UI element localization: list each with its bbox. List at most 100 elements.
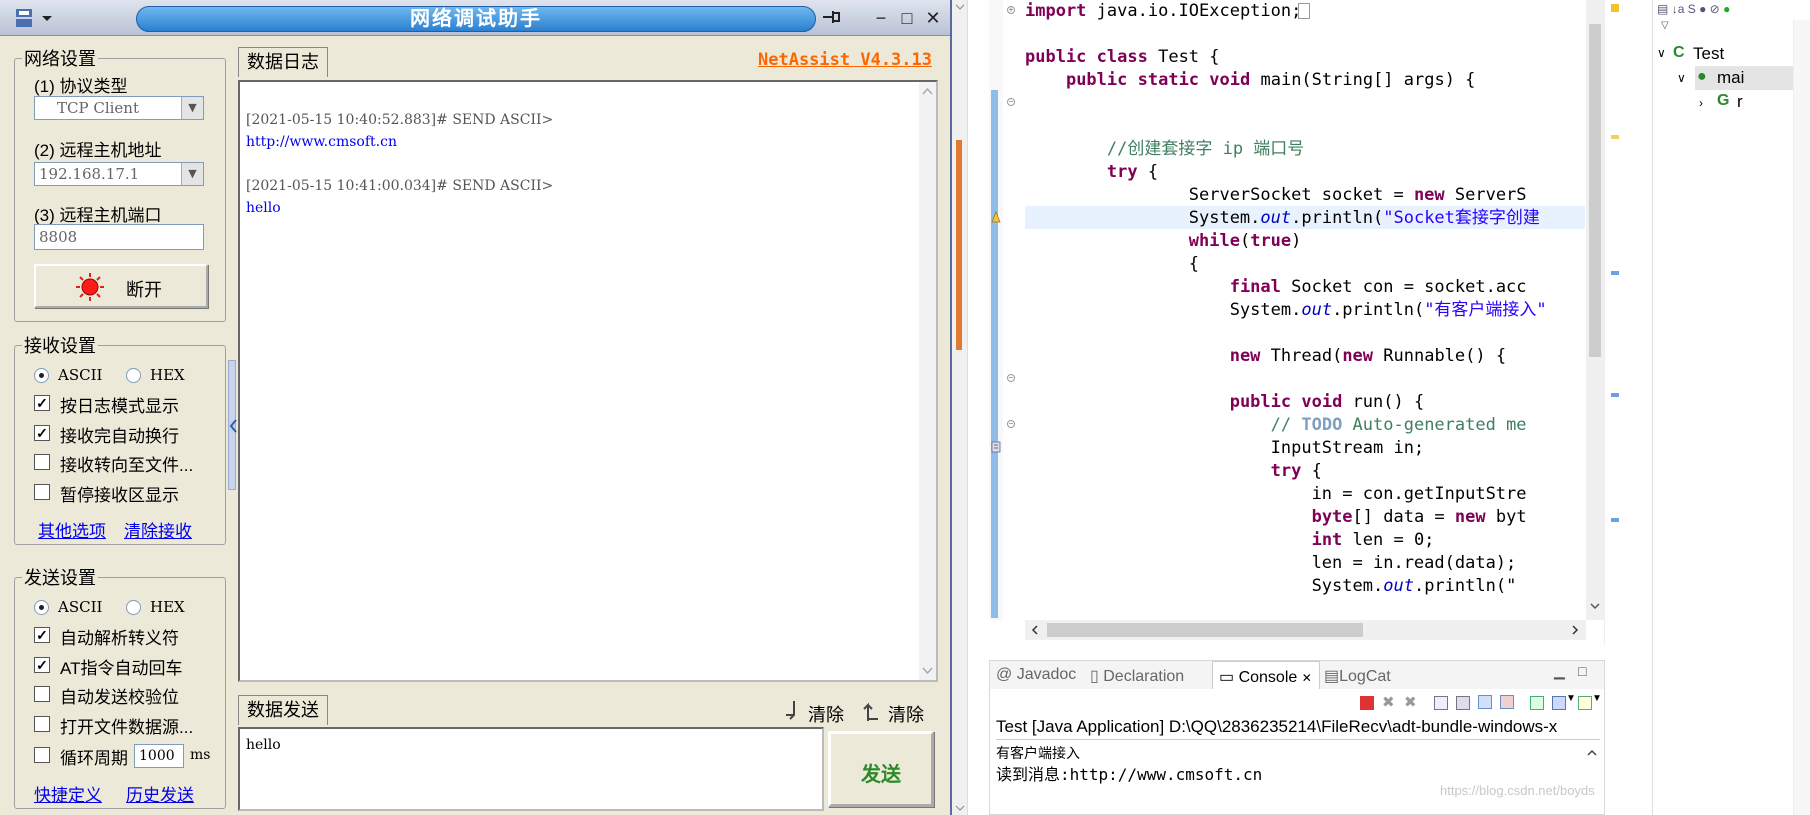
- code-editor[interactable]: import java.io.IOException; public class …: [989, 0, 1604, 645]
- protocol-select[interactable]: TCP Client ▼: [34, 96, 204, 120]
- fold-icon[interactable]: −: [1007, 420, 1015, 428]
- receive-option-checkbox[interactable]: [34, 483, 50, 500]
- chevron-down-icon[interactable]: ▼: [1592, 693, 1602, 704]
- send-option-checkbox[interactable]: ✓: [34, 656, 50, 673]
- send-textarea[interactable]: hello: [238, 727, 824, 811]
- annotation-marker[interactable]: [1611, 518, 1619, 522]
- background-scroll-thumb[interactable]: [956, 140, 962, 350]
- annotation-marker[interactable]: [1611, 393, 1619, 397]
- editor-hscroll-thumb[interactable]: [1047, 623, 1363, 637]
- receive-option-checkbox[interactable]: ✓: [34, 395, 50, 411]
- tab-javadoc[interactable]: @ Javadoc: [996, 666, 1076, 684]
- minimize-button[interactable]: −: [868, 6, 894, 30]
- fold-icon[interactable]: −: [1007, 98, 1015, 106]
- receive-ascii-radio[interactable]: [34, 368, 49, 383]
- tab-logcat[interactable]: ▤LogCat: [1324, 666, 1391, 686]
- terminate-icon[interactable]: [1360, 696, 1374, 710]
- remove-all-icon[interactable]: ✖: [1404, 693, 1417, 711]
- show-on-error-icon[interactable]: [1500, 695, 1514, 709]
- background-scrollbar[interactable]: [952, 0, 968, 815]
- data-log-pane[interactable]: [2021-05-15 10:40:52.883]# SEND ASCII> ht…: [238, 80, 938, 682]
- tab-console[interactable]: ▭ Console ✕: [1212, 661, 1320, 689]
- scroll-down-icon[interactable]: [1589, 600, 1601, 612]
- focus-icon[interactable]: ●: [1723, 2, 1730, 16]
- cycle-input[interactable]: 1000: [134, 744, 184, 768]
- title-bar[interactable]: 网络调试助手 − □ ✕: [0, 0, 950, 36]
- scroll-up-icon[interactable]: [919, 82, 936, 102]
- annotation-marker[interactable]: [1611, 135, 1619, 139]
- send-ascii-radio[interactable]: [34, 600, 49, 615]
- fold-icon[interactable]: +: [1007, 6, 1015, 14]
- scroll-up-icon[interactable]: [1586, 747, 1598, 759]
- chevron-down-icon[interactable]: ▼: [181, 97, 203, 119]
- maximize-button[interactable]: □: [894, 6, 920, 30]
- remove-launch-icon[interactable]: ✖: [1382, 693, 1395, 711]
- collapse-chevron-icon[interactable]: [228, 418, 238, 434]
- close-icon[interactable]: ✕: [1302, 671, 1312, 685]
- pin-icon[interactable]: [818, 6, 844, 30]
- clear-up-icon[interactable]: [862, 699, 882, 723]
- receive-hex-radio[interactable]: [126, 368, 141, 383]
- send-button[interactable]: 发送: [828, 731, 934, 807]
- warning-marker[interactable]: [1611, 4, 1619, 12]
- chevron-down-icon[interactable]: ▼: [1566, 693, 1576, 704]
- chevron-down-icon[interactable]: ▽: [1661, 20, 1669, 31]
- scroll-right-icon[interactable]: [1569, 624, 1581, 636]
- maximize-view-icon[interactable]: □: [1578, 663, 1586, 679]
- receive-option-checkbox[interactable]: ✓: [34, 424, 50, 441]
- collapsed-block-marker[interactable]: [1298, 3, 1310, 19]
- outline-selected-row[interactable]: [1695, 66, 1809, 90]
- close-button[interactable]: ✕: [920, 6, 946, 30]
- editor-scroll-thumb[interactable]: [1589, 24, 1601, 357]
- other-options-link[interactable]: 其他选项: [38, 517, 106, 542]
- host-select[interactable]: 192.168.17.1 ▼: [34, 162, 204, 186]
- warning-icon[interactable]: [991, 211, 1001, 223]
- clear-send-button-2[interactable]: 清除: [888, 701, 924, 727]
- show-on-output-icon[interactable]: [1478, 695, 1492, 709]
- quick-define-link[interactable]: 快捷定义: [34, 781, 102, 806]
- tab-data-log[interactable]: 数据日志: [238, 47, 328, 77]
- outline-root[interactable]: Test: [1693, 44, 1724, 64]
- send-option-checkbox[interactable]: ✓: [34, 627, 50, 643]
- outline-child[interactable]: mai: [1717, 68, 1744, 88]
- outline-grandchild[interactable]: r: [1737, 92, 1743, 112]
- tab-data-send[interactable]: 数据发送: [238, 695, 328, 725]
- sort-icon[interactable]: ↓a: [1672, 2, 1685, 16]
- hide-local-types-icon[interactable]: ⊘: [1710, 2, 1720, 16]
- hide-fields-icon[interactable]: ▤: [1657, 2, 1668, 16]
- tree-expand-icon[interactable]: ∨: [1677, 71, 1686, 85]
- clear-down-icon[interactable]: [780, 699, 800, 723]
- port-input[interactable]: 8808: [34, 224, 204, 250]
- app-menu-icon[interactable]: [14, 6, 58, 30]
- receive-option-checkbox[interactable]: [34, 454, 50, 470]
- editor-hscrollbar[interactable]: [1025, 620, 1586, 640]
- open-console-icon[interactable]: [1578, 696, 1592, 710]
- editor-scrollbar[interactable]: [1586, 0, 1604, 620]
- outline-scrollbar[interactable]: [1793, 20, 1810, 815]
- send-hex-radio[interactable]: [126, 600, 141, 615]
- clear-receive-link[interactable]: 清除接收: [124, 517, 192, 542]
- tab-declaration[interactable]: ▯ Declaration: [1090, 666, 1184, 686]
- scroll-down-icon[interactable]: [919, 660, 936, 680]
- minimize-view-icon[interactable]: ▁: [1554, 663, 1565, 680]
- scroll-lock-icon[interactable]: [1456, 696, 1470, 710]
- clear-console-icon[interactable]: [1434, 696, 1448, 710]
- tree-collapse-icon[interactable]: ›: [1699, 96, 1703, 110]
- hide-nonpublic-icon[interactable]: ●: [1699, 2, 1706, 16]
- send-option-checkbox[interactable]: [34, 715, 50, 732]
- disconnect-button[interactable]: 断开: [34, 264, 208, 308]
- send-option-checkbox[interactable]: [34, 686, 50, 702]
- hide-static-icon[interactable]: S: [1688, 2, 1696, 16]
- scroll-left-icon[interactable]: [1029, 624, 1041, 636]
- task-icon[interactable]: [991, 441, 1001, 453]
- log-scrollbar[interactable]: [919, 82, 936, 680]
- chevron-down-icon[interactable]: ▼: [181, 163, 203, 185]
- display-console-icon[interactable]: [1552, 696, 1566, 710]
- pin-console-icon[interactable]: [1530, 696, 1544, 710]
- clear-send-button-1[interactable]: 清除: [808, 701, 844, 727]
- fold-icon[interactable]: −: [1007, 374, 1015, 382]
- history-send-link[interactable]: 历史发送: [126, 781, 194, 806]
- cycle-checkbox[interactable]: [34, 747, 50, 763]
- tree-expand-icon[interactable]: ∨: [1657, 46, 1666, 60]
- annotation-marker[interactable]: [1611, 271, 1619, 275]
